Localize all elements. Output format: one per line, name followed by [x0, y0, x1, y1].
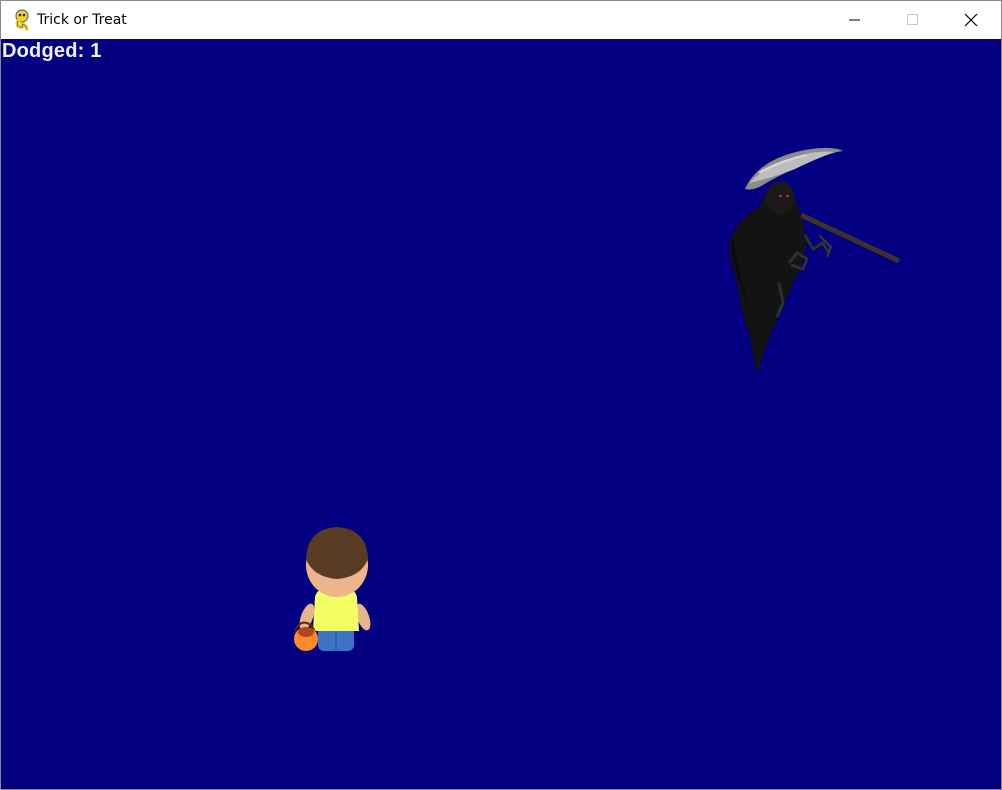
- minimize-button[interactable]: [826, 1, 884, 39]
- pygame-snake-icon: [12, 9, 32, 31]
- title-bar[interactable]: Trick or Treat: [1, 1, 1001, 39]
- close-icon: [964, 13, 978, 27]
- maximize-button[interactable]: [884, 1, 942, 39]
- minimize-icon: [849, 19, 860, 21]
- maximize-icon: [907, 14, 918, 25]
- grim-reaper-enemy: [729, 147, 901, 375]
- app-window: Trick or Treat Dodged: 1: [0, 0, 1002, 790]
- game-canvas[interactable]: Dodged: 1: [1, 39, 1001, 789]
- close-button[interactable]: [942, 1, 1000, 39]
- dodged-score: Dodged: 1: [2, 40, 102, 62]
- trick-or-treater-player: [294, 527, 371, 651]
- window-title: Trick or Treat: [37, 12, 127, 28]
